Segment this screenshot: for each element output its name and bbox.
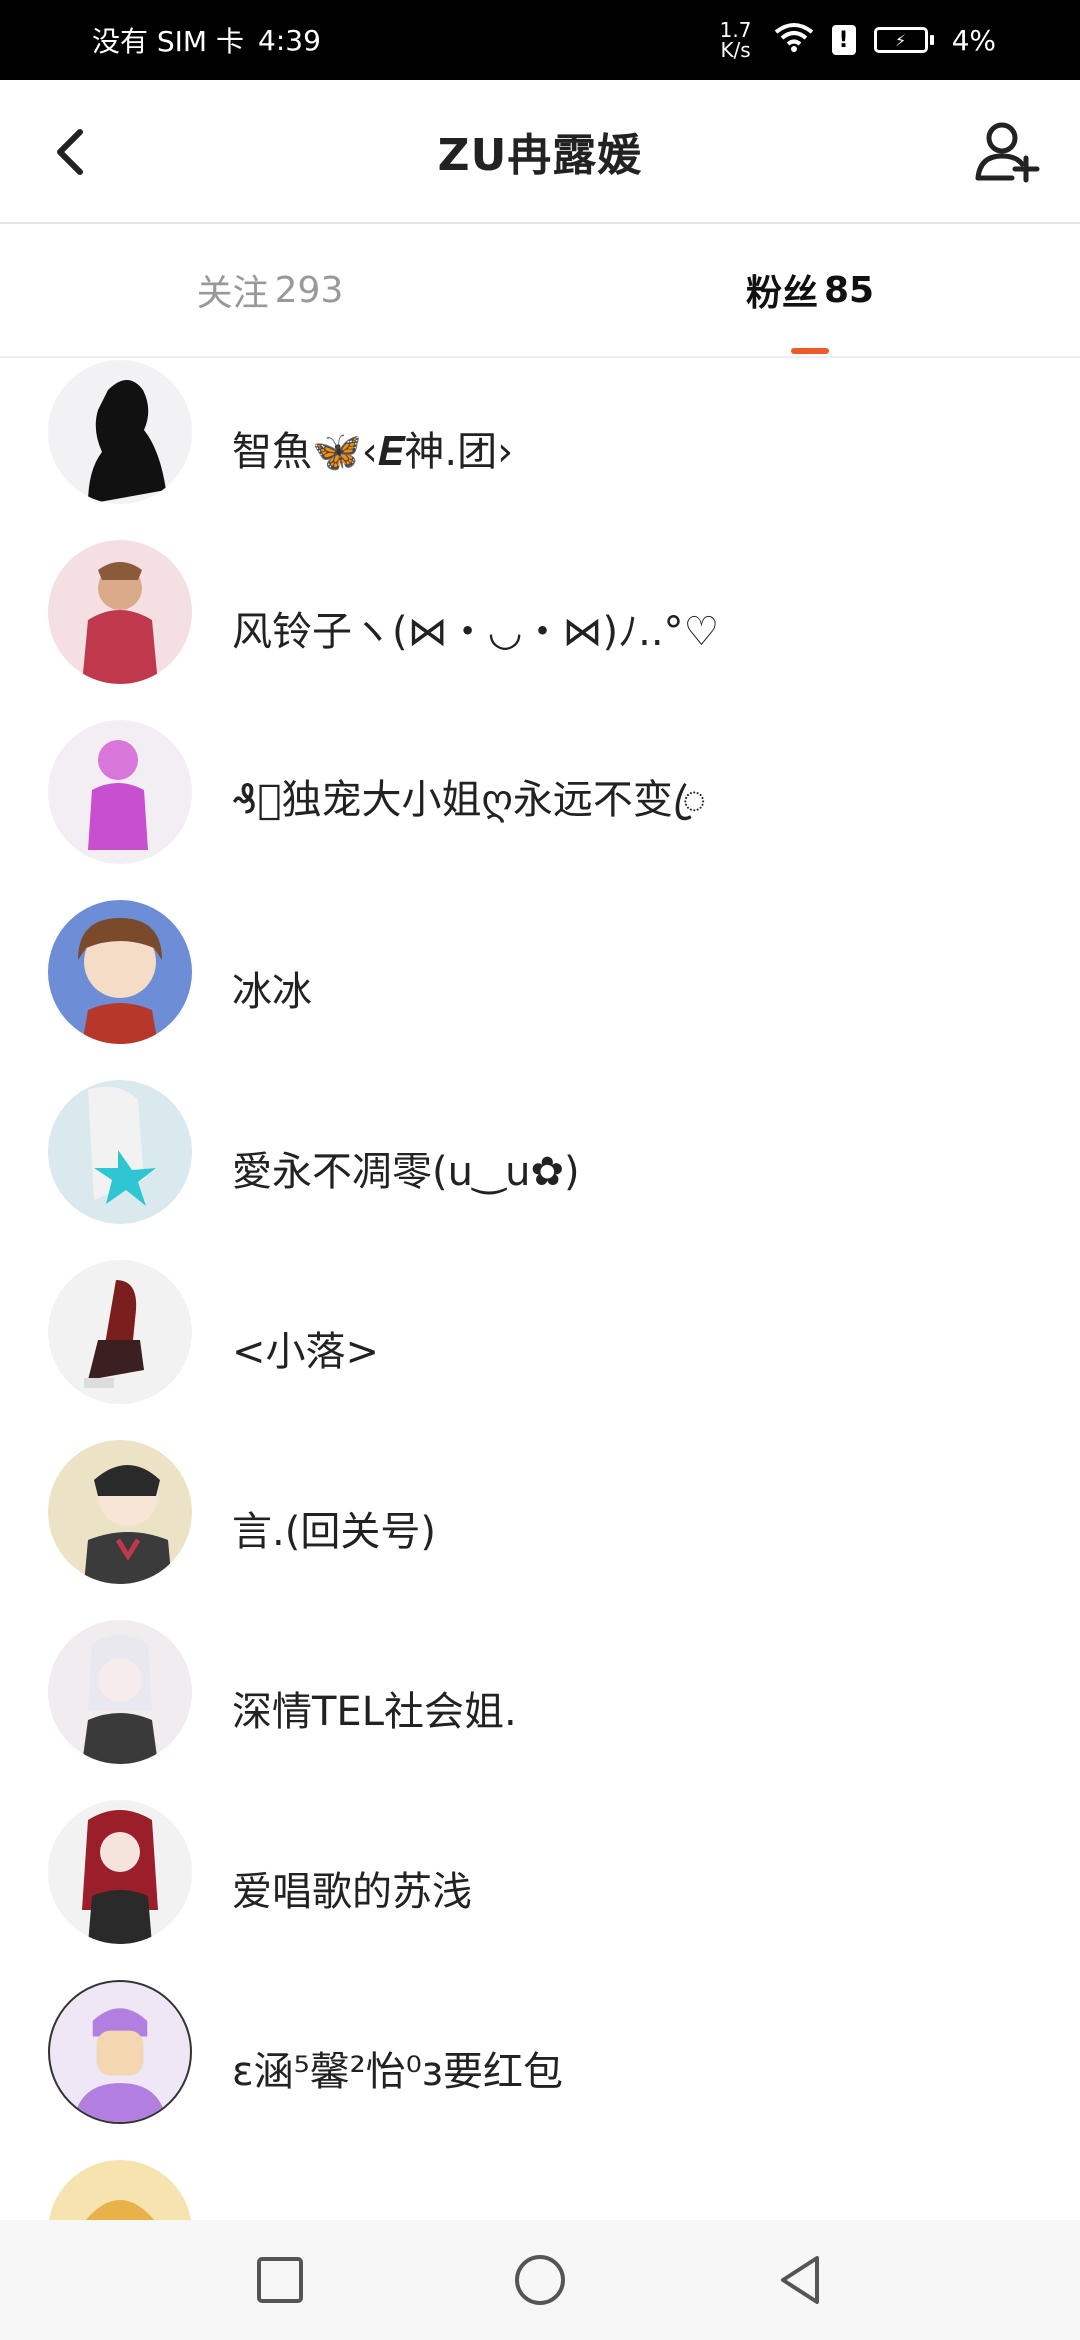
avatar[interactable] (48, 1620, 192, 1764)
follow-tabs: 关注 293 粉丝 85 (0, 224, 1080, 358)
fan-name: 冰冰 (232, 969, 312, 1015)
list-item[interactable]: 冰冰 (0, 898, 1080, 1078)
fan-name: 言.(回关号) (232, 1509, 436, 1555)
list-item[interactable] (0, 2158, 1080, 2220)
list-item[interactable]: 深情TEL社会姐. (0, 1618, 1080, 1798)
chevron-left-icon (57, 129, 83, 175)
status-bar: 没有 SIM 卡 4:39 1.7 K/s ! ⚡ 4% (0, 0, 1080, 80)
square-icon (257, 2257, 303, 2303)
active-tab-indicator (791, 348, 829, 354)
fan-name: ε涵⁵馨²怡⁰з要红包 (232, 2049, 563, 2095)
fan-name: 智魚🦋‹𝑬神.团› (232, 429, 514, 475)
wifi-icon (774, 22, 814, 59)
fan-name: 深情TEL社会姐. (232, 1689, 517, 1735)
fans-list[interactable]: 智魚🦋‹𝑬神.团› 风铃子ヽ(⋈・◡・⋈)ﾉ..°♡ ₰ꦿ独宠大小姐ღ永远不变ꦿ (0, 358, 1080, 2220)
add-user-button[interactable] (972, 118, 1042, 188)
avatar[interactable] (48, 1980, 192, 2124)
list-item[interactable]: ₰ꦿ独宠大小姐ღ永远不变ꦿ (0, 718, 1080, 898)
tab-fans[interactable]: 粉丝 85 (540, 224, 1080, 356)
list-item[interactable]: 风铃子ヽ(⋈・◡・⋈)ﾉ..°♡ (0, 538, 1080, 718)
nav-back-button[interactable] (770, 2250, 830, 2310)
fan-name: 爱唱歌的苏浅 (232, 1869, 472, 1915)
avatar[interactable] (48, 2160, 192, 2220)
tab-fans-label: 粉丝 (745, 273, 818, 314)
triangle-back-icon (781, 2256, 819, 2304)
avatar[interactable] (48, 360, 192, 504)
list-item[interactable]: 愛永不凋零(u‿u✿) (0, 1078, 1080, 1258)
avatar[interactable] (48, 900, 192, 1044)
sim-alert-icon: ! (831, 25, 856, 55)
system-nav-bar (0, 2220, 1080, 2340)
avatar[interactable] (48, 1800, 192, 1944)
tab-fans-count: 85 (823, 269, 875, 311)
tab-following-label: 关注 (196, 273, 269, 314)
status-time: 4:39 (258, 23, 321, 57)
page-title: ZU冉露媛 (437, 130, 643, 181)
battery-icon: ⚡ (873, 27, 934, 53)
tab-following[interactable]: 关注 293 (0, 224, 540, 356)
avatar[interactable] (48, 720, 192, 864)
fan-name: ₰ꦿ独宠大小姐ღ永远不变ꦿ (232, 776, 707, 823)
title-bar: ZU冉露媛 (0, 80, 1080, 224)
tab-following-count: 293 (274, 269, 344, 311)
carrier-text: 没有 SIM 卡 (92, 25, 244, 58)
avatar[interactable] (48, 1080, 192, 1224)
avatar[interactable] (48, 1260, 192, 1404)
home-button[interactable] (510, 2250, 570, 2310)
list-item[interactable]: <小落> (0, 1258, 1080, 1438)
list-item[interactable]: 言.(回关号) (0, 1438, 1080, 1618)
back-button[interactable] (44, 120, 104, 184)
add-user-icon (975, 122, 1040, 183)
avatar[interactable] (48, 1440, 192, 1584)
fan-name: 愛永不凋零(u‿u✿) (232, 1149, 580, 1195)
list-item[interactable]: ε涵⁵馨²怡⁰з要红包 (0, 1978, 1080, 2158)
list-item[interactable]: 爱唱歌的苏浅 (0, 1798, 1080, 1978)
fan-name: <小落> (232, 1329, 380, 1375)
battery-level: 4% (951, 23, 996, 57)
avatar[interactable] (48, 540, 192, 684)
net-speed: 1.7 K/s (719, 18, 752, 62)
recents-button[interactable] (250, 2250, 310, 2310)
circle-icon (515, 2255, 565, 2305)
list-item[interactable]: 智魚🦋‹𝑬神.团› (0, 358, 1080, 538)
fan-name: 风铃子ヽ(⋈・◡・⋈)ﾉ..°♡ (232, 609, 720, 655)
